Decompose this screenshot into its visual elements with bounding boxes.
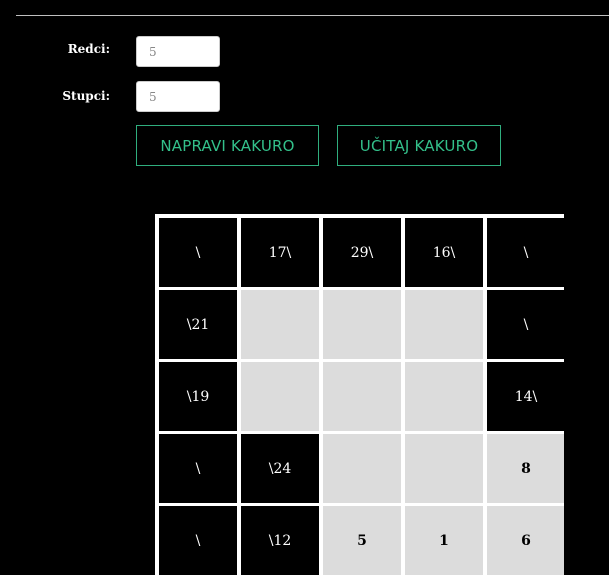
clue-cell: \ (159, 218, 237, 287)
clue-cell: \ (159, 506, 237, 575)
clue-cell: \ (487, 290, 564, 359)
make-kakuro-button[interactable]: NAPRAVI KAKURO (136, 125, 319, 166)
top-divider (16, 15, 609, 16)
entry-cell[interactable] (241, 362, 319, 431)
entry-cell[interactable] (323, 434, 401, 503)
clue-cell: 17\ (241, 218, 319, 287)
clue-cell: 29\ (323, 218, 401, 287)
clue-cell: 16\ (405, 218, 483, 287)
clue-cell: \19 (159, 362, 237, 431)
load-kakuro-button[interactable]: UČITAJ KAKURO (337, 125, 501, 166)
clue-cell: \24 (241, 434, 319, 503)
clue-cell: 14\ (487, 362, 564, 431)
entry-cell[interactable] (323, 362, 401, 431)
clue-cell: \ (159, 434, 237, 503)
rows-label: Redci: (67, 42, 110, 56)
entry-cell[interactable]: 8 (487, 434, 564, 503)
clue-cell: \21 (159, 290, 237, 359)
rows-input[interactable] (136, 36, 220, 67)
cols-label: Stupci: (62, 89, 110, 103)
entry-cell[interactable] (323, 290, 401, 359)
entry-cell[interactable] (405, 434, 483, 503)
entry-cell[interactable] (405, 290, 483, 359)
kakuro-page: Redci: Stupci: NAPRAVI KAKURO UČITAJ KAK… (0, 0, 609, 575)
entry-cell[interactable]: 5 (323, 506, 401, 575)
cols-input[interactable] (136, 81, 220, 112)
entry-cell[interactable] (241, 290, 319, 359)
entry-cell[interactable]: 1 (405, 506, 483, 575)
clue-cell: \ (487, 218, 564, 287)
entry-cell[interactable]: 6 (487, 506, 564, 575)
clue-cell: \12 (241, 506, 319, 575)
entry-cell[interactable] (405, 362, 483, 431)
kakuro-board: \ 17\ 29\ 16\ \ \21 \ \19 14\ \ \24 8 \ \12 5 1 6 (155, 214, 564, 575)
